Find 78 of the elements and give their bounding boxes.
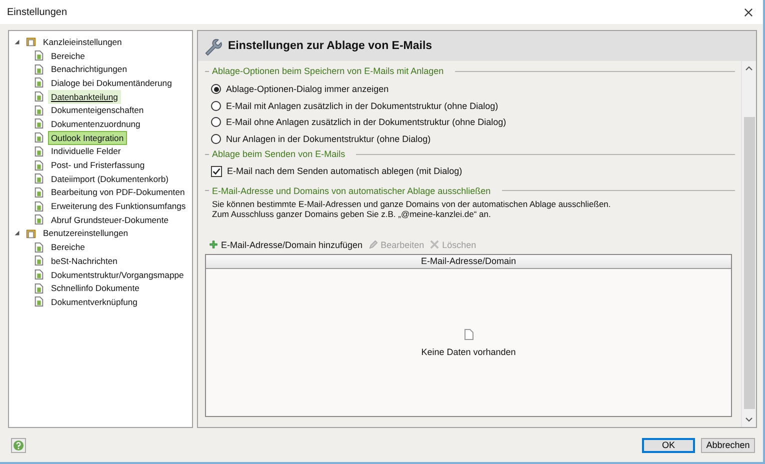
option-label: E-Mail ohne Anlagen zusätzlich in der Dokumentstruktur (ohne Dialog) <box>226 117 506 128</box>
close-icon[interactable] <box>744 8 753 16</box>
tree-item[interactable]: Dokumentenzuordnung <box>48 116 144 131</box>
tree-item[interactable]: Benachrichtigungen <box>48 62 130 76</box>
checkbox[interactable] <box>211 166 222 177</box>
option-label: E-Mail mit Anlagen zusätzlich in der Dokumentstruktur (ohne Dialog) <box>226 100 498 111</box>
delete-icon <box>430 240 440 249</box>
tree-item[interactable]: Bereiche <box>48 240 88 254</box>
radio-option[interactable]: Nur Anlagen in der Dokumentstruktur (ohne Dialog) <box>205 130 735 147</box>
wrench-icon <box>203 36 222 56</box>
document-icon <box>34 146 44 157</box>
document-icon <box>34 269 44 280</box>
expand-icon[interactable] <box>14 230 20 236</box>
radio-option[interactable]: E-Mail mit Anlagen zusätzlich in der Dokumentstruktur (ohne Dialog) <box>205 98 735 114</box>
document-icon <box>34 160 44 171</box>
radio-button[interactable] <box>211 84 221 94</box>
panel-title: Einstellungen zur Ablage von E-Mails <box>228 40 432 52</box>
document-icon <box>34 132 44 144</box>
document-icon <box>34 255 44 266</box>
option-label: Nur Anlagen in der Dokumentstruktur (ohne Dialog) <box>226 134 431 144</box>
radio-button[interactable] <box>211 117 221 128</box>
empty-message: Keine Daten vorhanden <box>421 346 516 357</box>
tree-item[interactable]: Post- und Fristerfassung <box>48 158 148 172</box>
document-icon <box>464 328 474 341</box>
tree-group[interactable]: Benutzereinstellungen <box>40 226 132 240</box>
document-icon <box>34 64 44 75</box>
checkbox-label: E-Mail nach dem Senden automatisch ablegen (mit Dialog) <box>227 166 462 176</box>
document-icon <box>34 91 44 102</box>
help-button[interactable] <box>11 438 26 452</box>
document-icon <box>34 242 44 253</box>
description-text: Zum Ausschluss ganzer Domains geben Sie z.B. „@meine-kanzlei.de“ an. <box>212 209 492 220</box>
group-title: E-Mail-Adresse und Domains von automatischer Ablage ausschließen <box>212 186 491 196</box>
folder-settings-icon <box>26 36 36 48</box>
tree-item[interactable]: Schnellinfo Dokumente <box>48 281 142 296</box>
toolbar-button[interactable]: E-Mail-Adresse/Domain hinzufügen <box>209 238 363 252</box>
scrollbar[interactable] <box>741 61 756 427</box>
plus-icon <box>209 240 218 249</box>
tree-item[interactable]: Individuelle Felder <box>48 144 124 158</box>
tree-item[interactable]: Dateiimport (Dokumentenkorb) <box>48 172 172 186</box>
tree-item[interactable]: Dialoge bei Dokumentänderung <box>48 76 175 90</box>
tree-item[interactable]: Erweiterung des Funktionsumfangs <box>48 199 189 214</box>
radio-option[interactable]: E-Mail ohne Anlagen zusätzlich in der Dokumentstruktur (ohne Dialog) <box>205 114 735 130</box>
document-icon <box>34 104 44 116</box>
tree-item[interactable]: Outlook Integration <box>48 130 127 145</box>
group-title: Ablage beim Senden von E-Mails <box>212 149 346 159</box>
column-header[interactable]: E-Mail-Adresse/Domain <box>206 254 731 268</box>
document-icon <box>34 186 44 198</box>
tree-item[interactable]: Datenbankteilung <box>48 90 121 104</box>
dialog-button[interactable]: OK <box>642 438 695 452</box>
tree-item[interactable]: Abruf Grundsteuer-Dokumente <box>48 212 172 227</box>
window-title: Einstellungen <box>7 6 68 18</box>
radio-button[interactable] <box>211 134 221 144</box>
description-text: Sie können bestimmte E-Mail-Adressen und ganze Domains von der automatischen Ablage ausschließen. <box>212 198 612 209</box>
tree-item[interactable]: Bereiche <box>48 48 88 63</box>
tree-item[interactable]: Dokumentstruktur/Vorgangsmappe <box>48 268 187 282</box>
folder-settings-icon <box>26 228 36 239</box>
group-title: Ablage-Optionen beim Speichern von E-Mails mit Anlagen <box>212 66 444 76</box>
expand-icon[interactable] <box>14 38 20 45</box>
radio-button[interactable] <box>211 100 221 111</box>
tree-item[interactable]: Dokumenteigenschaften <box>48 103 147 118</box>
dialog-button[interactable]: Abbrechen <box>701 438 755 452</box>
document-icon <box>34 118 44 130</box>
document-icon <box>34 77 44 88</box>
pencil-icon <box>368 240 378 249</box>
tree-item[interactable]: beSt-Nachrichten <box>48 254 120 268</box>
tree-item[interactable]: Dokumentverknüpfung <box>48 294 140 309</box>
radio-option[interactable]: Ablage-Optionen-Dialog immer anzeigen <box>205 81 735 98</box>
option-label: Ablage-Optionen-Dialog immer anzeigen <box>226 84 389 94</box>
tree-item[interactable]: Bearbeitung von PDF-Dokumenten <box>48 185 188 200</box>
document-icon <box>34 50 44 62</box>
document-icon <box>34 200 44 212</box>
document-icon <box>34 282 44 294</box>
document-icon <box>34 173 44 184</box>
document-icon <box>34 214 44 226</box>
tree-group[interactable]: Kanzleieinstellungen <box>40 34 125 49</box>
help-icon <box>13 440 24 450</box>
document-icon <box>34 296 44 308</box>
scroll-thumb[interactable] <box>744 117 754 409</box>
